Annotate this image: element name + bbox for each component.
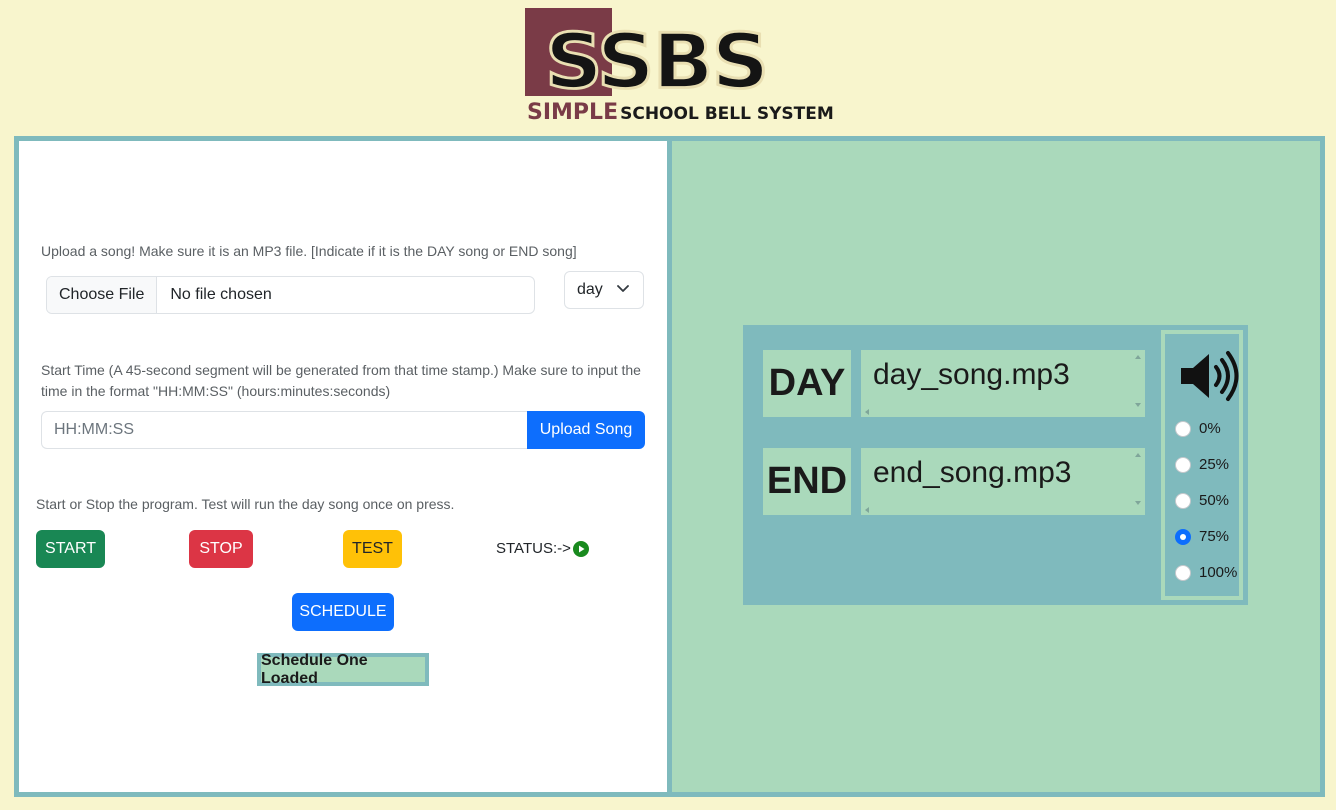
volume-option-label: 100% — [1199, 564, 1238, 581]
start-time-input[interactable]: HH:MM:SS — [41, 411, 528, 449]
volume-option-25[interactable]: 25% — [1175, 456, 1229, 473]
chevron-down-icon — [617, 285, 629, 292]
volume-option-label: 50% — [1199, 492, 1230, 509]
schedule-loaded-badge: Schedule One Loaded — [257, 652, 429, 687]
stop-button[interactable]: STOP — [189, 530, 253, 568]
scroll-left-icon — [865, 409, 869, 415]
speaker-volume-icon — [1181, 351, 1239, 401]
day-label: DAY — [763, 350, 851, 417]
end-label: END — [763, 448, 851, 515]
scroll-up-icon — [1135, 355, 1141, 359]
radio-button-selected[interactable] — [1175, 528, 1191, 545]
main-frame: Upload a song! Make sure it is an MP3 fi… — [14, 136, 1325, 797]
volume-option-label: 25% — [1199, 456, 1230, 473]
upload-instruction: Upload a song! Make sure it is an MP3 fi… — [41, 243, 577, 259]
volume-option-75[interactable]: 75% — [1175, 528, 1229, 545]
volume-option-100[interactable]: 100% — [1175, 564, 1237, 581]
control-panel: Upload a song! Make sure it is an MP3 fi… — [19, 141, 667, 792]
song-file-input[interactable]: Choose File No file chosen — [46, 276, 535, 314]
file-status-text: No file chosen — [170, 286, 272, 303]
test-button[interactable]: TEST — [343, 530, 402, 568]
radio-button[interactable] — [1175, 492, 1191, 509]
controls-instruction: Start or Stop the program. Test will run… — [36, 496, 455, 512]
scroll-up-icon — [1135, 453, 1141, 457]
scroll-down-icon — [1135, 501, 1141, 505]
day-song-field[interactable]: day_song.mp3 — [861, 350, 1145, 417]
volume-option-0[interactable]: 0% — [1175, 420, 1221, 437]
logo-tag-rest: SCHOOL BELL SYSTEM — [620, 104, 834, 124]
radio-button[interactable] — [1175, 420, 1191, 437]
play-icon — [572, 540, 589, 557]
radio-button[interactable] — [1175, 564, 1191, 581]
logo-tag-simple: SIMPLE — [527, 100, 619, 125]
volume-option-label: 75% — [1199, 528, 1230, 545]
choose-file-button[interactable]: Choose File — [47, 277, 158, 313]
scroll-down-icon — [1135, 403, 1141, 407]
logo-tagline: SIMPLE SCHOOL BELL SYSTEM — [527, 100, 834, 125]
ssbs-logo: SSBS SIMPLE SCHOOL BELL SYSTEM — [525, 8, 834, 125]
schedule-button[interactable]: SCHEDULE — [292, 593, 394, 631]
volume-control: 0% 25% 50% 75% 100% — [1161, 330, 1243, 600]
status-indicator: STATUS:-> — [496, 540, 589, 557]
song-type-value: day — [577, 281, 603, 298]
start-button[interactable]: START — [36, 530, 105, 568]
logo-letters: SSBS — [543, 17, 770, 106]
player-box: DAY day_song.mp3 END end_song.mp3 0% 25%… — [743, 325, 1248, 605]
start-time-instruction: Start Time (A 45-second segment will be … — [41, 362, 641, 399]
volume-option-50[interactable]: 50% — [1175, 492, 1229, 509]
scroll-left-icon — [865, 507, 869, 513]
radio-button[interactable] — [1175, 456, 1191, 473]
song-type-select[interactable]: day — [564, 271, 644, 309]
volume-option-label: 0% — [1199, 420, 1221, 437]
end-song-name: end_song.mp3 — [873, 456, 1072, 489]
player-panel: DAY day_song.mp3 END end_song.mp3 0% 25%… — [672, 141, 1320, 792]
day-song-name: day_song.mp3 — [873, 358, 1070, 391]
end-song-field[interactable]: end_song.mp3 — [861, 448, 1145, 515]
upload-song-button[interactable]: Upload Song — [527, 411, 645, 449]
status-label: STATUS:-> — [496, 540, 571, 557]
